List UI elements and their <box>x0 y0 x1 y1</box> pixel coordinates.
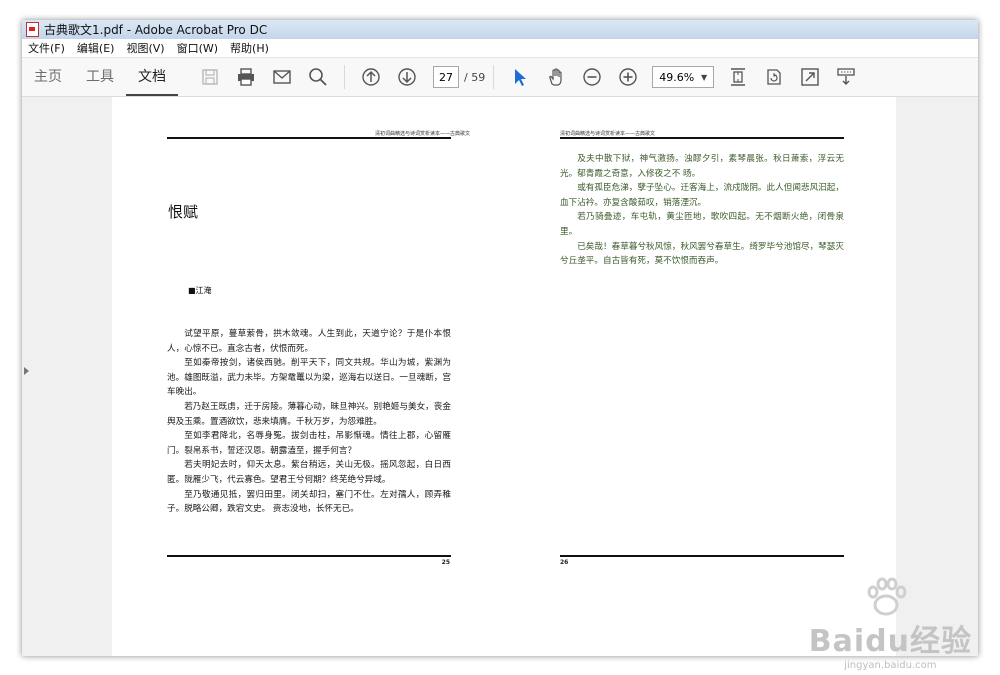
poem-body: 试望平原，蔓草萦骨，拱木敛魂。人生到此，天道宁论？于是仆本恨人，心惊不已。直念古… <box>167 327 451 517</box>
chevron-down-icon: ▼ <box>701 72 708 82</box>
fit-page-icon[interactable] <box>725 64 751 90</box>
read-mode-icon[interactable] <box>833 64 859 90</box>
menu-window[interactable]: 窗口(W) <box>171 40 224 56</box>
hand-tool-icon[interactable] <box>543 64 569 90</box>
menu-view[interactable]: 视图(V) <box>120 40 170 56</box>
title-bar: 古典歌文1.pdf - Adobe Acrobat Pro DC <box>22 20 978 39</box>
paragraph: 至如秦帝按剑，诸侯西驰。削平天下，同文共规。华山为城，紫渊为池。雄图既溢，武力未… <box>167 358 451 398</box>
page-number-input[interactable]: 27 <box>433 66 459 88</box>
pdf-page-left: 清初词曲精选与诗词赏析读本——古典歌文 恨赋 ■江淹 试望平原，蔓草萦骨，拱木敛… <box>112 97 505 656</box>
running-header: 清初词曲精选与诗词赏析读本——古典歌文 <box>560 131 656 137</box>
zoom-out-icon[interactable] <box>579 64 605 90</box>
page-up-icon[interactable] <box>358 64 384 90</box>
paragraph: 已矣哉！春草暮兮秋风惊，秋风罢兮春草生。绮罗毕兮池馆尽，琴瑟灭兮丘垄平。自古皆有… <box>560 241 844 267</box>
pdf-file-icon <box>26 22 39 37</box>
footer-rule <box>560 555 844 557</box>
poem-author: ■江淹 <box>188 286 212 295</box>
tab-home[interactable]: 主页 <box>22 58 74 96</box>
menu-help[interactable]: 帮助(H) <box>224 40 275 56</box>
expand-panel-icon[interactable] <box>24 367 29 375</box>
window-title: 古典歌文1.pdf - Adobe Acrobat Pro DC <box>44 23 268 37</box>
paragraph: 试望平原，蔓草萦骨，拱木敛魂。人生到此，天道宁论？于是仆本恨人，心惊不已。直念古… <box>167 329 451 354</box>
baidu-paw-icon <box>867 577 907 616</box>
search-icon[interactable] <box>305 64 331 90</box>
poem-title: 恨赋 <box>168 203 199 221</box>
rotate-icon[interactable] <box>761 64 787 90</box>
paragraph: 至乃敬通见抵，罢归田里。闭关却扫，塞门不仕。左对孺人，顾弄稚子。脱略公卿，跌宕文… <box>167 489 451 515</box>
print-icon[interactable] <box>233 64 259 90</box>
watermark-main: Baidu经验 <box>808 624 972 659</box>
running-header: 清初词曲精选与诗词赏析读本——古典歌文 <box>374 131 470 137</box>
menu-bar: 文件(F) 编辑(E) 视图(V) 窗口(W) 帮助(H) <box>22 39 978 58</box>
zoom-in-icon[interactable] <box>615 64 641 90</box>
toolbar-separator <box>344 65 345 89</box>
paragraph: 及夫中散下狱，神气激扬。浊醪夕引，素琴晨张。秋日萧索，浮云无光。郁青霞之奇意，入… <box>560 154 844 179</box>
page-total-label: / 59 <box>464 70 486 84</box>
tab-document[interactable]: 文档 <box>126 58 178 96</box>
tab-tools[interactable]: 工具 <box>74 58 126 96</box>
toolbar-separator <box>493 65 495 89</box>
save-icon[interactable] <box>197 64 223 90</box>
paragraph: 若夫明妃去时，仰天太息。紫台稍远，关山无极。摇风忽起，白日西匿。陇雁少飞，代云寡… <box>167 460 451 485</box>
toolbar: 主页 工具 文档 27 / 59 49.6% ▼ <box>22 58 978 97</box>
select-arrow-icon[interactable] <box>507 64 533 90</box>
watermark-sub: jingyan.baidu.com <box>844 660 937 671</box>
paragraph: 至如李君降北，名辱身冤。拔剑击柱，吊影惭魂。情往上郡，心留雁门。裂帛系书，誓还汉… <box>167 431 451 456</box>
poem-body-continued: 及夫中散下狱，神气激扬。浊醪夕引，素琴晨张。秋日萧索，浮云无光。郁青霞之奇意，入… <box>560 152 844 269</box>
zoom-select[interactable]: 49.6% ▼ <box>652 66 715 88</box>
header-rule <box>167 137 451 139</box>
menu-edit[interactable]: 编辑(E) <box>71 40 121 56</box>
footer-rule <box>167 555 451 557</box>
watermark: Baidu经验 jingyan.baidu.com <box>809 616 972 671</box>
document-view[interactable]: 清初词曲精选与诗词赏析读本——古典歌文 恨赋 ■江淹 试望平原，蔓草萦骨，拱木敛… <box>22 97 978 656</box>
page-number: 26 <box>560 559 569 566</box>
paragraph: 或有孤臣危涕，孽子坠心。迁客海上，流戍陇阴。此人但闻悲风汩起，血下沾衿。亦复含酸… <box>560 183 844 208</box>
paragraph: 若乃赵王既虏，迁于房陵。薄暮心动，昧旦神兴。别艳姬与美女，丧金舆及玉乘。置酒欲饮… <box>167 401 451 427</box>
pdf-page-right: 清初词曲精选与诗词赏析读本——古典歌文 及夫中散下狱，神气激扬。浊醪夕引，素琴晨… <box>504 97 896 656</box>
menu-file[interactable]: 文件(F) <box>22 40 71 56</box>
email-icon[interactable] <box>269 64 295 90</box>
page-down-icon[interactable] <box>394 64 420 90</box>
zoom-value: 49.6% <box>659 70 695 84</box>
page-number: 25 <box>441 559 450 566</box>
paragraph: 若乃骑叠迹，车屯轨，黄尘匝地，歌吹四起。无不烟断火绝，闭骨泉里。 <box>560 212 844 237</box>
acrobat-window: 古典歌文1.pdf - Adobe Acrobat Pro DC 文件(F) 编… <box>22 20 978 656</box>
header-rule <box>560 137 844 139</box>
full-screen-icon[interactable] <box>797 64 823 90</box>
